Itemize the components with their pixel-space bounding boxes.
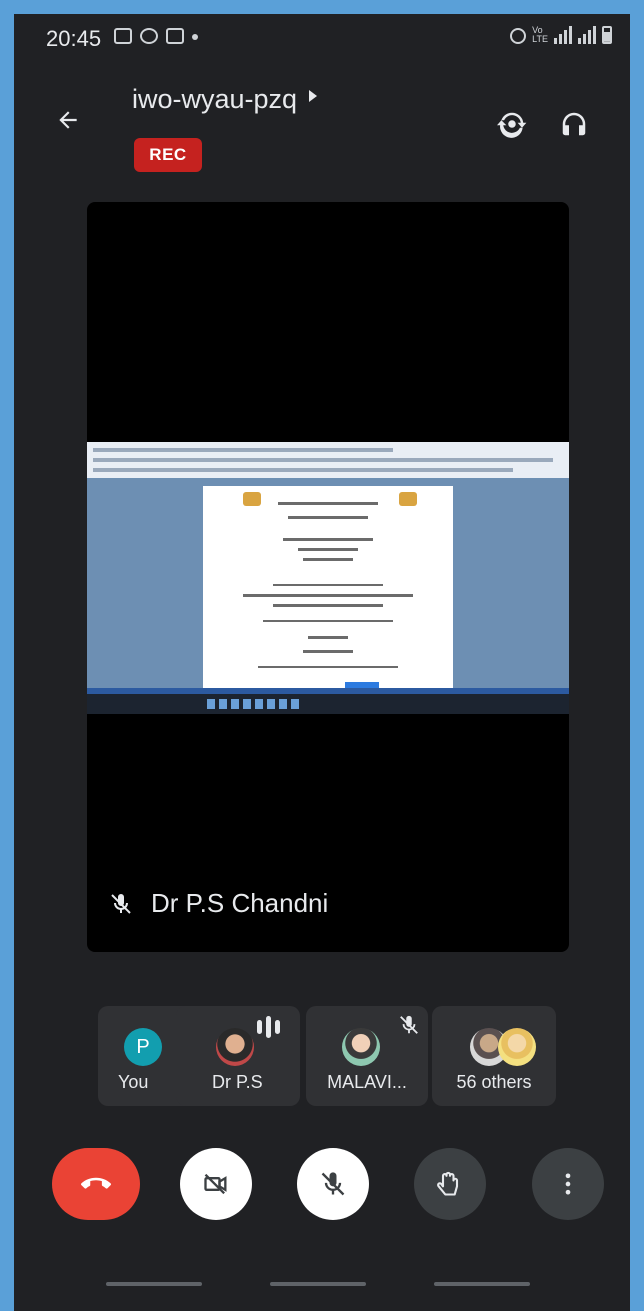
meeting-title[interactable]: iwo-wyau-pzq	[132, 84, 318, 115]
mic-off-icon	[111, 893, 131, 914]
nav-back[interactable]	[434, 1282, 530, 1286]
participant-tile-dr-ps[interactable]: Dr P.S	[176, 1006, 300, 1106]
signal-2-icon	[578, 26, 596, 44]
gallery-notification-icon	[114, 28, 132, 44]
avatar	[216, 1028, 254, 1066]
windows-taskbar	[87, 694, 569, 714]
hand-icon	[437, 1171, 459, 1196]
more-vert-icon	[565, 1173, 571, 1195]
battery-icon	[602, 26, 612, 44]
participant-mute-indicator	[398, 1014, 420, 1041]
call-end-icon	[81, 1177, 111, 1189]
raise-hand-button[interactable]	[414, 1148, 486, 1220]
avatar: P	[124, 1028, 162, 1066]
headphones-icon	[562, 112, 586, 136]
audio-output-button[interactable]	[554, 104, 594, 144]
arrow-back-icon	[59, 111, 77, 129]
videocam-off-icon	[204, 1173, 227, 1195]
volte-icon: Vo LTE	[532, 25, 548, 44]
participant-name: Dr P.S	[212, 1072, 263, 1092]
mic-off-icon	[400, 1015, 418, 1034]
switch-camera-button[interactable]	[492, 104, 532, 144]
alarm-icon	[510, 28, 527, 44]
status-bar: 20:45 Vo LTE	[14, 14, 630, 62]
status-time: 20:45	[46, 26, 102, 51]
word-ribbon	[87, 442, 569, 478]
camera-toggle-button[interactable]	[180, 1148, 252, 1220]
sync-notification-icon	[140, 28, 158, 44]
presenter-tile[interactable]: Dr P.S Chandni	[87, 202, 569, 952]
back-button[interactable]	[50, 102, 86, 138]
participant-tile-others[interactable]: 56 others	[432, 1006, 556, 1106]
avatar	[342, 1028, 380, 1066]
more-notifications-icon	[192, 34, 198, 40]
avatar	[498, 1028, 536, 1066]
recording-badge: REC	[134, 138, 202, 172]
college-logo-icon	[243, 492, 261, 506]
participant-name: 56 others	[456, 1072, 532, 1092]
speaker-label: Dr P.S Chandni	[109, 888, 328, 919]
meeting-code: iwo-wyau-pzq	[132, 84, 298, 114]
participant-tile-malavi[interactable]: MALAVI...	[306, 1006, 428, 1106]
signal-icon	[554, 26, 572, 44]
emblem-icon	[399, 492, 417, 506]
system-icons: Vo LTE	[510, 26, 612, 44]
speaker-name: Dr P.S Chandni	[151, 888, 329, 918]
camera-switch-icon	[497, 112, 527, 138]
screen-share-content	[87, 442, 569, 714]
nav-home[interactable]	[270, 1282, 366, 1286]
participant-name: MALAVI...	[327, 1072, 407, 1092]
speaking-indicator-icon	[257, 1016, 280, 1038]
more-options-button[interactable]	[532, 1148, 604, 1220]
mic-off-icon	[321, 1172, 345, 1196]
document-page	[203, 486, 453, 692]
image-notification-icon	[166, 28, 184, 44]
meet-call-screen: 20:45 Vo LTE iwo-wyau-pzq REC Dr P.S Cha…	[14, 14, 630, 1311]
chevron-right-icon	[309, 89, 318, 102]
microphone-toggle-button[interactable]	[297, 1148, 369, 1220]
nav-recent-apps[interactable]	[106, 1282, 202, 1286]
end-call-button[interactable]	[52, 1148, 140, 1220]
notification-icons	[114, 28, 198, 44]
